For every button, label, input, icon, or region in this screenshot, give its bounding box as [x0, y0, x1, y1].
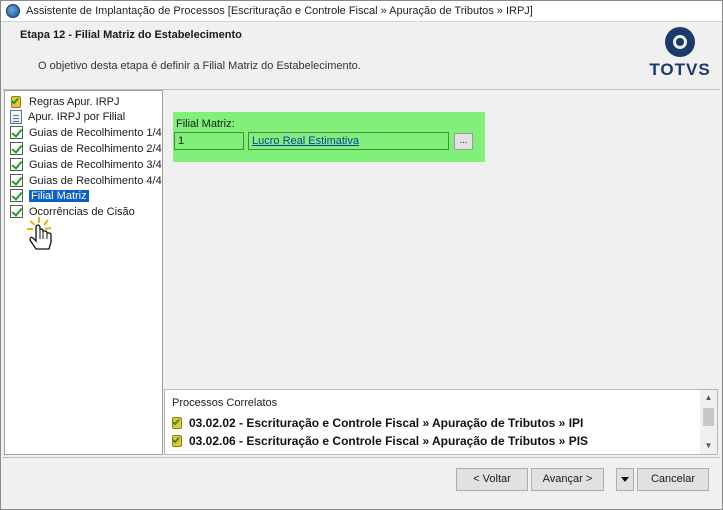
checkbox-checked-icon — [10, 126, 23, 139]
checkbox-checked-icon — [10, 189, 23, 202]
related-process-label: 03.02.02 - Escrituração e Controle Fisca… — [189, 416, 584, 430]
lookup-button[interactable]: ... — [454, 133, 473, 150]
filial-matriz-panel: Filial Matriz: 1 Lucro Real Estimativa .… — [173, 112, 485, 162]
totvs-logo: TOTVS — [649, 27, 711, 83]
step-title: Etapa 12 - Filial Matriz do Estabelecime… — [20, 29, 242, 41]
cancel-button[interactable]: Cancelar — [637, 468, 709, 491]
tree-item-label: Guias de Recolhimento 1/4 — [29, 126, 162, 139]
tree-item-guias-3[interactable]: Guias de Recolhimento 3/4 — [10, 157, 162, 172]
document-icon — [10, 109, 22, 124]
app-icon — [6, 4, 20, 18]
badge-check-icon — [171, 434, 185, 448]
checkbox-checked-icon — [10, 205, 23, 218]
steps-tree: Regras Apur. IRPJ Apur. IRPJ por Filial … — [4, 90, 163, 455]
related-scrollbar[interactable]: ▲ ▼ — [700, 390, 717, 454]
related-processes-panel: Processos Correlatos 03.02.02 - Escritur… — [164, 389, 718, 455]
checkbox-checked-icon — [10, 158, 23, 171]
next-button[interactable]: Avançar > — [531, 468, 604, 491]
tree-item-filial-matriz[interactable]: Filial Matriz — [10, 188, 89, 203]
tree-item-guias-4[interactable]: Guias de Recolhimento 4/4 — [10, 173, 162, 188]
badge-check-icon — [171, 416, 185, 430]
tree-item-label: Guias de Recolhimento 4/4 — [29, 174, 162, 187]
related-processes-title: Processos Correlatos — [172, 397, 278, 409]
scroll-down-icon[interactable]: ▼ — [700, 438, 717, 454]
content-area: Filial Matriz: 1 Lucro Real Estimativa .… — [164, 90, 720, 388]
tree-item-guias-2[interactable]: Guias de Recolhimento 2/4 — [10, 141, 162, 156]
checkbox-checked-icon — [10, 174, 23, 187]
tree-item-guias-1[interactable]: Guias de Recolhimento 1/4 — [10, 125, 162, 140]
filial-code-field[interactable]: 1 — [174, 132, 244, 150]
logo-text: TOTVS — [649, 60, 711, 79]
title-bar: Assistente de Implantação de Processos [… — [1, 1, 722, 22]
wizard-header: Etapa 12 - Filial Matriz do Estabelecime… — [3, 23, 720, 89]
back-button[interactable]: < Voltar — [456, 468, 528, 491]
related-process-label: 03.02.06 - Escrituração e Controle Fisca… — [189, 434, 589, 448]
checkbox-checked-icon — [10, 142, 23, 155]
scroll-up-icon[interactable]: ▲ — [700, 390, 717, 406]
badge-check-icon — [10, 95, 24, 109]
footer-divider — [3, 457, 720, 458]
hand-pointer-cursor-icon — [27, 217, 52, 250]
step-description: O objetivo desta etapa é definir a Filia… — [38, 60, 361, 72]
tree-item-label: Filial Matriz — [29, 189, 89, 202]
related-process-row[interactable]: 03.02.06 - Escrituração e Controle Fisca… — [171, 433, 588, 449]
filial-matriz-label: Filial Matriz: — [176, 118, 235, 130]
scroll-thumb[interactable] — [703, 408, 714, 426]
tree-item-label: Regras Apur. IRPJ — [29, 95, 120, 108]
tree-item-label: Guias de Recolhimento 2/4 — [29, 142, 162, 155]
totvs-logo-icon — [665, 27, 695, 57]
tree-item-regras-apur-irpj[interactable]: Regras Apur. IRPJ — [10, 94, 120, 109]
tree-item-apur-irpj-por-filial[interactable]: Apur. IRPJ por Filial — [10, 109, 125, 124]
filial-description-field[interactable]: Lucro Real Estimativa — [248, 132, 449, 150]
window-title: Assistente de Implantação de Processos [… — [26, 5, 533, 17]
tree-item-label: Guias de Recolhimento 3/4 — [29, 158, 162, 171]
related-process-row[interactable]: 03.02.02 - Escrituração e Controle Fisca… — [171, 415, 583, 431]
tree-item-label: Apur. IRPJ por Filial — [28, 110, 126, 123]
wizard-window: Assistente de Implantação de Processos [… — [0, 0, 723, 510]
dropdown-arrow-button[interactable] — [616, 468, 634, 491]
